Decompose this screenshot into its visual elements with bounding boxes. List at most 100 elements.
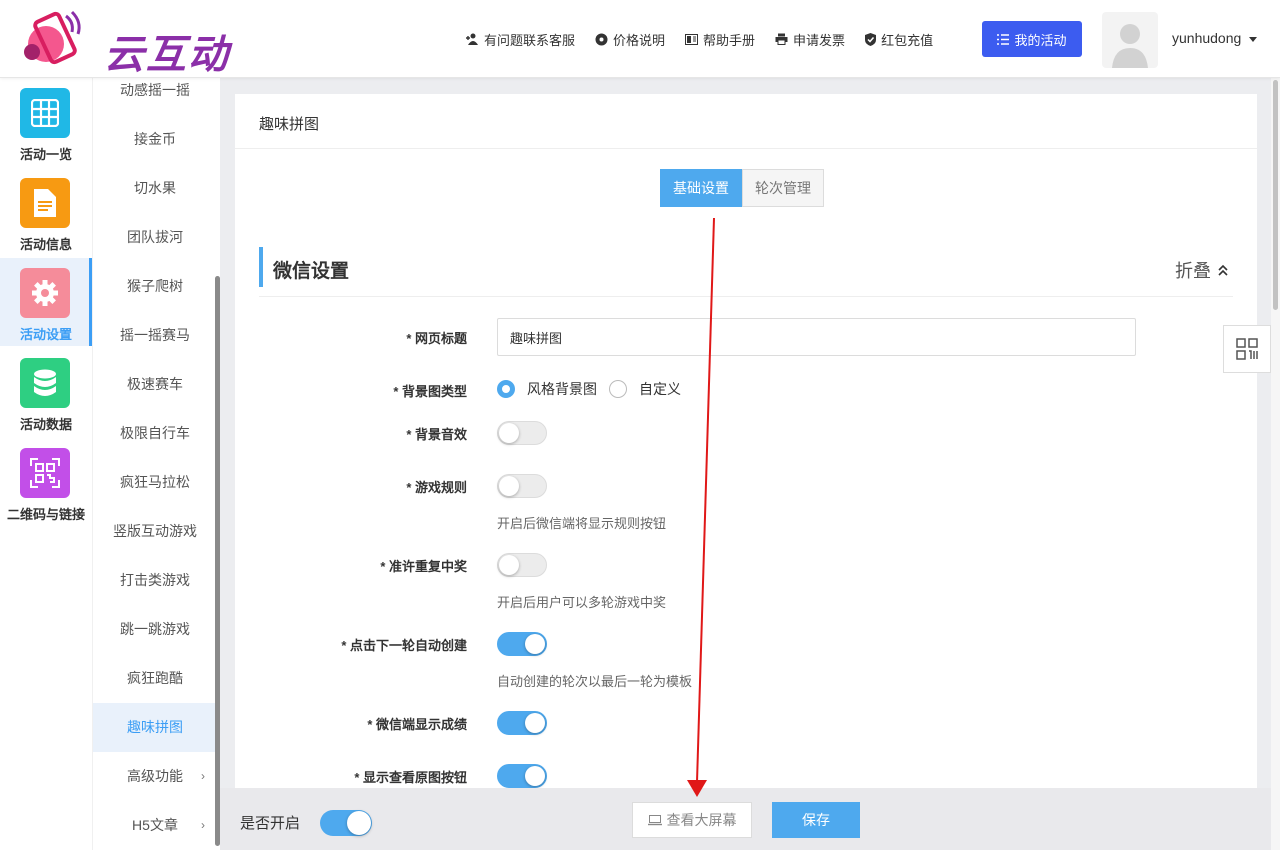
page-title-input[interactable] bbox=[497, 318, 1136, 356]
toggle-knob bbox=[525, 634, 545, 654]
show-score-label: * 微信端显示成绩 bbox=[367, 717, 467, 732]
sub-item-shake[interactable]: 动感摇一摇 bbox=[93, 78, 217, 115]
username[interactable]: yunhudong bbox=[1172, 30, 1241, 46]
nav-label: 红包充值 bbox=[881, 32, 934, 48]
bg-type-radio-custom[interactable]: 自定义 bbox=[609, 379, 681, 399]
nav-label: 帮助手册 bbox=[703, 32, 756, 48]
list-icon bbox=[997, 33, 1010, 45]
repeat-win-hint: 开启后用户可以多轮游戏中奖 bbox=[497, 595, 667, 610]
nav-pricing[interactable]: 价格说明 bbox=[595, 30, 665, 49]
nav-contact-support[interactable]: 有问题联系客服 bbox=[465, 30, 575, 49]
lnav-activity-info[interactable]: 活动信息 bbox=[0, 168, 92, 256]
logo-text: 云互动 bbox=[104, 32, 230, 78]
toggle-knob bbox=[347, 811, 371, 835]
show-original-toggle[interactable] bbox=[497, 764, 547, 788]
nav-label: 有问题联系客服 bbox=[484, 32, 576, 48]
scrollbar-thumb[interactable] bbox=[1273, 80, 1278, 310]
nav-redpacket-recharge[interactable]: 红包充值 bbox=[865, 30, 933, 49]
tab-basic-settings[interactable]: 基础设置 bbox=[660, 169, 742, 207]
repeat-win-label: * 准许重复中奖 bbox=[380, 559, 467, 574]
toggle-knob bbox=[499, 476, 519, 496]
page-scrollbar[interactable] bbox=[1271, 78, 1280, 850]
section-accent-bar bbox=[259, 247, 263, 287]
view-screen-button[interactable]: 查看大屏幕 bbox=[632, 802, 752, 838]
game-rules-hint: 开启后微信端将显示规则按钮 bbox=[497, 516, 667, 531]
logo[interactable]: 云互动 bbox=[20, 10, 230, 78]
lnav-label: 活动一览 bbox=[19, 147, 72, 162]
auto-create-toggle[interactable] bbox=[497, 632, 547, 656]
document-icon bbox=[20, 178, 70, 228]
nav-invoice[interactable]: 申请发票 bbox=[775, 30, 845, 49]
sub-item-monkey-climb[interactable]: 猴子爬树 bbox=[93, 262, 217, 311]
lnav-label: 活动数据 bbox=[19, 417, 72, 432]
game-rules-label: * 游戏规则 bbox=[406, 480, 467, 495]
toggle-knob bbox=[499, 423, 519, 443]
page-title-label: * 网页标题 bbox=[406, 331, 467, 346]
chevron-right-icon: › bbox=[201, 769, 205, 783]
sub-item-bike[interactable]: 极限自行车 bbox=[93, 409, 217, 458]
subnav-scrollbar[interactable] bbox=[215, 276, 220, 846]
phone-logo-icon bbox=[24, 10, 81, 65]
sub-item-advanced[interactable]: 高级功能 › bbox=[93, 752, 217, 801]
chevron-down-icon[interactable] bbox=[1249, 37, 1257, 42]
show-original-label: * 显示查看原图按钮 bbox=[354, 770, 467, 785]
bg-type-radio-style[interactable]: 风格背景图 bbox=[497, 379, 597, 399]
sub-item-tug-of-war[interactable]: 团队拔河 bbox=[93, 213, 217, 262]
collapse-button[interactable]: 折叠 bbox=[1175, 257, 1229, 283]
sub-item-h5-article[interactable]: H5文章 › bbox=[93, 801, 217, 850]
qrcode-icon bbox=[20, 448, 70, 498]
auto-create-label: * 点击下一轮自动创建 bbox=[341, 638, 467, 653]
collapse-label: 折叠 bbox=[1175, 261, 1211, 281]
avatar[interactable] bbox=[1102, 12, 1158, 68]
section-title: 微信设置 bbox=[273, 261, 350, 282]
toggle-knob bbox=[525, 766, 545, 786]
top-nav: 有问题联系客服 价格说明 帮助手册 申请发票 红包充值 bbox=[445, 0, 933, 78]
sub-item-catch-coins[interactable]: 接金币 bbox=[93, 115, 217, 164]
top-header: 云互动 有问题联系客服 价格说明 帮助手册 申请发票 红包充值 我的活动 yun… bbox=[0, 0, 1280, 78]
footer-bar: 是否开启 查看大屏幕 保存 bbox=[220, 788, 1271, 850]
lnav-label: 活动设置 bbox=[19, 327, 72, 342]
lnav-label: 活动信息 bbox=[19, 237, 72, 252]
sub-item-puzzle[interactable]: 趣味拼图 bbox=[93, 703, 217, 752]
divider bbox=[259, 296, 1233, 297]
enable-toggle[interactable] bbox=[320, 810, 372, 836]
my-activity-label: 我的活动 bbox=[1014, 32, 1067, 48]
user-silhouette-icon bbox=[1112, 24, 1148, 68]
lnav-activity-overview[interactable]: 活动一览 bbox=[0, 78, 92, 166]
sub-item-jump-game[interactable]: 跳一跳游戏 bbox=[93, 605, 217, 654]
sub-item-strike-game[interactable]: 打击类游戏 bbox=[93, 556, 217, 605]
gear-icon bbox=[20, 268, 70, 318]
tab-round-management[interactable]: 轮次管理 bbox=[742, 169, 824, 207]
game-rules-toggle[interactable] bbox=[497, 474, 547, 498]
lnav-qrcode-link[interactable]: 二维码与链接 bbox=[0, 438, 92, 526]
save-button[interactable]: 保存 bbox=[772, 802, 860, 838]
repeat-win-toggle[interactable] bbox=[497, 553, 547, 577]
divider bbox=[235, 148, 1257, 149]
floating-qrcode-button[interactable] bbox=[1223, 325, 1271, 373]
toggle-knob bbox=[499, 555, 519, 575]
add-user-icon bbox=[466, 33, 478, 45]
lnav-activity-settings[interactable]: 活动设置 bbox=[0, 258, 92, 346]
panel-title: 趣味拼图 bbox=[259, 116, 320, 133]
show-score-toggle[interactable] bbox=[497, 711, 547, 735]
chevron-right-icon: › bbox=[201, 818, 205, 832]
sub-item-horse-race[interactable]: 摇一摇赛马 bbox=[93, 311, 217, 360]
enable-label: 是否开启 bbox=[240, 815, 301, 832]
sub-item-parkour[interactable]: 疯狂跑酷 bbox=[93, 654, 217, 703]
settings-panel: 趣味拼图 基础设置 轮次管理 微信设置 折叠 * 网页标题 * 背景图类型 风格… bbox=[235, 94, 1257, 794]
sub-item-label: H5文章 bbox=[132, 817, 178, 833]
sub-item-label: 高级功能 bbox=[127, 768, 183, 784]
lnav-activity-data[interactable]: 活动数据 bbox=[0, 348, 92, 436]
badge-icon bbox=[595, 33, 608, 45]
nav-help-manual[interactable]: 帮助手册 bbox=[685, 30, 755, 49]
sub-item-marathon[interactable]: 疯狂马拉松 bbox=[93, 458, 217, 507]
view-screen-label: 查看大屏幕 bbox=[666, 812, 737, 828]
nav-label: 申请发票 bbox=[793, 32, 846, 48]
my-activity-button[interactable]: 我的活动 bbox=[982, 21, 1082, 57]
radio-selected-icon bbox=[497, 380, 515, 398]
sub-item-cut-fruit[interactable]: 切水果 bbox=[93, 164, 217, 213]
shield-check-icon bbox=[865, 32, 877, 46]
sub-item-vertical-game[interactable]: 竖版互动游戏 bbox=[93, 507, 217, 556]
sub-item-speed-racing[interactable]: 极速赛车 bbox=[93, 360, 217, 409]
bg-sound-toggle[interactable] bbox=[497, 421, 547, 445]
